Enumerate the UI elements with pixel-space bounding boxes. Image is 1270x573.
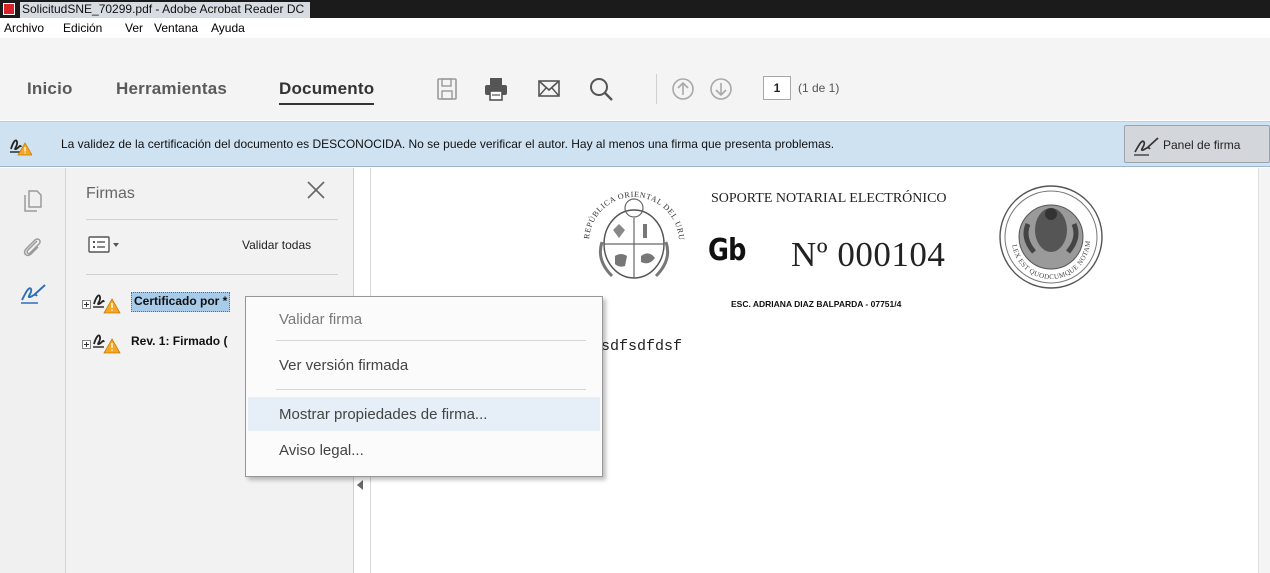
- email-icon[interactable]: [536, 76, 562, 102]
- certification-banner: La validez de la certificación del docum…: [0, 121, 1270, 167]
- panel-divider: [86, 274, 338, 275]
- signature-warning-icon: [93, 294, 121, 314]
- navigation-rail: [0, 168, 66, 573]
- banner-message: La validez de la certificación del docum…: [61, 137, 835, 151]
- menu-ayuda[interactable]: Ayuda: [211, 21, 245, 35]
- menu-archivo[interactable]: Archivo: [4, 21, 44, 35]
- document-header: SOPORTE NOTARIAL ELECTRÓNICO: [711, 191, 947, 206]
- toolbar-separator: [656, 74, 657, 104]
- document-series: Gb: [708, 233, 746, 268]
- uruguay-coat-of-arms-seal: REPÚBLICA ORIENTAL DEL URUGUAY: [575, 180, 685, 279]
- menu-separator: [276, 389, 586, 390]
- page-count: (1 de 1): [798, 81, 840, 95]
- options-menu-icon[interactable]: [88, 234, 122, 256]
- menu-item-legal-notice[interactable]: Aviso legal...: [248, 433, 600, 467]
- signature-panel-button[interactable]: Panel de firma: [1124, 125, 1270, 163]
- menu-item-view-signed-version[interactable]: Ver versión firmada: [248, 348, 600, 382]
- page-down-icon[interactable]: [708, 76, 734, 102]
- menu-separator: [276, 340, 586, 341]
- document-escribano: ESC. ADRIANA DIAZ BALPARDA - 07751/4: [731, 299, 902, 309]
- signature-pen-icon: [1134, 137, 1159, 156]
- signature-warning-icon: [93, 334, 121, 354]
- signatures-panel-icon[interactable]: [20, 281, 46, 307]
- document-number: Nº 000104: [791, 235, 946, 274]
- print-icon[interactable]: [483, 76, 509, 102]
- tab-inicio[interactable]: Inicio: [27, 79, 73, 99]
- tab-herramientas[interactable]: Herramientas: [116, 79, 227, 99]
- signature-row-label: Certificado por *: [131, 292, 231, 312]
- collapse-panel-arrow-icon[interactable]: [357, 480, 363, 490]
- menu-item-label: Aviso legal...: [279, 442, 364, 459]
- pages-thumbnail-icon[interactable]: [20, 187, 46, 213]
- menu-edicion[interactable]: Edición: [63, 21, 102, 35]
- save-icon[interactable]: [434, 76, 460, 102]
- page-number-input[interactable]: 1: [763, 76, 791, 100]
- menu-item-label: Ver versión firmada: [279, 357, 409, 374]
- menu-item-validate-signature[interactable]: Validar firma: [248, 302, 600, 336]
- signature-context-menu: Validar firma Ver versión firmada Mostra…: [245, 296, 603, 477]
- search-icon[interactable]: [588, 76, 614, 102]
- menubar: Archivo Edición Ver Ventana Ayuda: [0, 18, 1270, 38]
- notary-seal: LEX EST QUODCUMQUE NOTAMUS: [998, 184, 1103, 289]
- menu-item-signature-properties[interactable]: Mostrar propiedades de firma...: [248, 397, 600, 431]
- main-toolbar: Inicio Herramientas Documento 1 (1 de 1): [0, 38, 1270, 120]
- menu-ventana[interactable]: Ventana: [154, 21, 198, 35]
- acrobat-app-icon: [3, 3, 15, 15]
- close-icon[interactable]: [304, 178, 328, 202]
- menu-item-label: Mostrar propiedades de firma...: [279, 406, 488, 423]
- validate-all-button[interactable]: Validar todas: [242, 238, 311, 252]
- page-up-icon[interactable]: [670, 76, 696, 102]
- signature-panel-label: Panel de firma: [1163, 138, 1241, 152]
- expand-toggle-icon[interactable]: [82, 300, 91, 309]
- attachment-icon[interactable]: [20, 235, 46, 261]
- menu-ver[interactable]: Ver: [125, 21, 143, 35]
- menu-item-label: Validar firma: [279, 311, 363, 328]
- signatures-panel-title: Firmas: [86, 185, 135, 202]
- expand-toggle-icon[interactable]: [82, 340, 91, 349]
- window-title: SolicitudSNE_70299.pdf - Adobe Acrobat R…: [20, 2, 311, 18]
- signature-row-label: Rev. 1: Firmado (: [131, 334, 228, 348]
- window-titlebar: SolicitudSNE_70299.pdf - Adobe Acrobat R…: [0, 0, 1270, 18]
- signature-warning-icon: [10, 139, 32, 156]
- vertical-scrollbar[interactable]: [1258, 168, 1270, 573]
- document-body-text: sdfsdfdsf: [601, 338, 683, 355]
- tab-documento[interactable]: Documento: [279, 79, 375, 105]
- panel-divider: [86, 219, 338, 220]
